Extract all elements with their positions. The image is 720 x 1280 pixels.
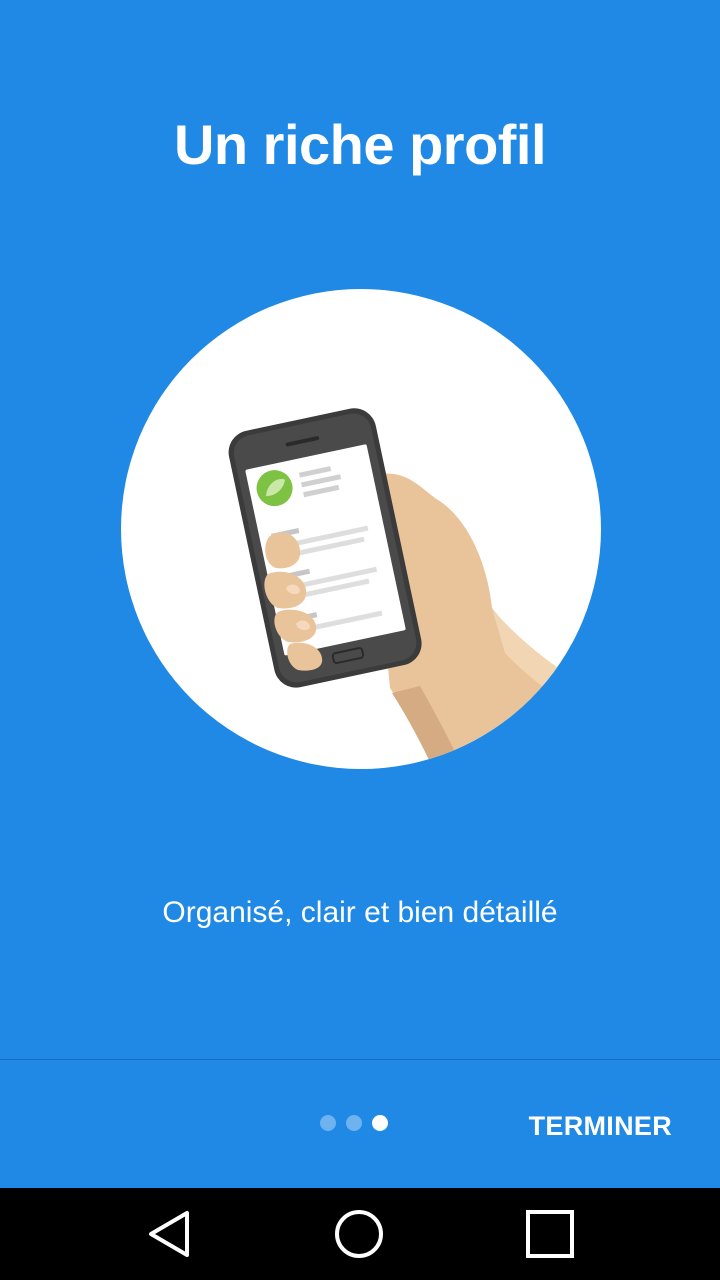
back-button[interactable] xyxy=(110,1188,230,1280)
recents-button[interactable] xyxy=(490,1188,610,1280)
home-button[interactable] xyxy=(299,1188,419,1280)
footer-divider xyxy=(0,1059,720,1060)
page-dot-1[interactable] xyxy=(320,1115,336,1131)
page-title: Un riche profil xyxy=(173,113,547,176)
recents-square-icon xyxy=(526,1210,574,1258)
done-button[interactable]: TERMINER xyxy=(529,1106,672,1146)
back-triangle-icon xyxy=(149,1211,189,1257)
onboarding-screen: Un riche profil Organisé, clair et bien … xyxy=(0,0,720,1188)
system-navigation-bar xyxy=(0,1188,720,1280)
page-indicator xyxy=(320,1115,388,1133)
page-dot-2[interactable] xyxy=(346,1115,362,1131)
page-dot-3-active[interactable] xyxy=(372,1115,388,1131)
home-circle-icon xyxy=(335,1210,383,1258)
hand-holding-phone-illustration xyxy=(121,289,601,769)
page-subtitle: Organisé, clair et bien détaillé xyxy=(162,896,558,929)
